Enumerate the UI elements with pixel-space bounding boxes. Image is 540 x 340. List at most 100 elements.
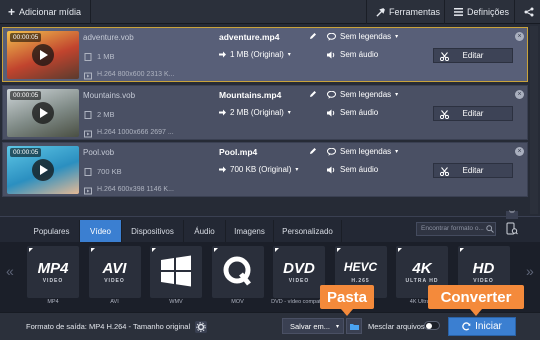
edit-label: Editar [462,109,484,118]
subtitles-dropdown[interactable]: Sem legendas ▾ [327,90,398,99]
folder-icon [350,323,359,330]
video-info-icon [84,130,92,138]
format-tile-dvd[interactable]: DVD VIDEO [273,246,325,298]
chevron-down-icon: ▾ [395,92,399,98]
file-icon [84,111,92,119]
audio-dropdown[interactable]: Sem áudio [327,50,378,59]
subtitles-dropdown[interactable]: Sem legendas ▾ [327,147,398,156]
subtitles-label: Sem legendas [340,32,392,41]
file-row[interactable]: 00:00:05 adventure.vob 1 MB H.264 800x60… [2,27,528,82]
format-badge: AVI [102,260,127,277]
speech-bubble-icon [327,90,336,99]
video-thumbnail[interactable]: 00:00:05 [7,89,79,137]
convert-callout-label: Converter [440,288,512,306]
chevron-down-icon[interactable]: ▾ [288,51,291,58]
corner-mark-icon [90,248,95,252]
corner-mark-icon [459,248,464,252]
tab-dispositivos[interactable]: Dispositivos [122,220,184,242]
settings-button[interactable]: Definições [448,0,515,24]
format-tile-mov[interactable] [211,246,264,298]
corner-mark-icon [213,248,218,252]
tab-populares[interactable]: Populares [24,220,80,242]
corner-mark-icon [398,248,402,252]
collapse-chevron-icon[interactable]: ︾ [506,211,518,219]
format-badge: MP4 [37,260,69,277]
save-to-dropdown[interactable]: Salvar em... ▾ [282,318,344,334]
file-row[interactable]: 00:00:05 Pool.vob 700 KB H.264 600x398 1… [2,142,528,197]
folder-callout: Pasta [320,285,374,316]
audio-label: Sem áudio [340,50,379,59]
tab-imagens[interactable]: Imagens [226,220,274,242]
output-size: 700 KB (Original) ▾ [219,165,298,174]
rename-pencil-icon[interactable] [309,90,317,98]
play-icon[interactable] [32,102,54,124]
subtitles-dropdown[interactable]: Sem legendas ▾ [327,32,398,41]
format-badge-sub: ULTRA HD [405,278,439,284]
source-file-name: Mountains.vob [83,91,136,100]
format-tile-avi[interactable]: AVI VIDEO [88,246,141,298]
format-tile-label: MOV [231,299,244,305]
audio-dropdown[interactable]: Sem áudio [327,108,378,117]
file-icon [84,53,92,61]
tab--udio[interactable]: Áudio [184,220,226,242]
edit-button[interactable]: Editar [433,106,513,121]
remove-file-icon[interactable]: × [515,90,524,99]
speaker-icon [327,166,336,174]
corner-mark-icon [29,248,33,252]
rename-pencil-icon[interactable] [309,32,317,40]
device-detect-icon[interactable] [506,222,518,236]
chevron-down-icon[interactable]: ▾ [288,109,291,116]
chevron-down-icon[interactable]: ▾ [295,166,298,173]
output-file-name: Mountains.mp4 [219,90,282,100]
duration-badge: 00:00:05 [10,33,42,42]
audio-dropdown[interactable]: Sem áudio [327,165,378,174]
video-info-icon [84,187,92,195]
tiles-prev-icon[interactable]: « [6,263,14,279]
share-icon [524,7,534,17]
edit-button[interactable]: Editar [433,163,513,178]
remove-file-icon[interactable]: × [515,32,524,41]
speech-bubble-icon [327,32,336,41]
corner-mark-icon [275,248,279,252]
format-search-input[interactable]: Encontrar formato o... [416,222,496,236]
source-file-name: Pool.vob [83,148,115,157]
video-thumbnail[interactable]: 00:00:05 [7,31,79,79]
chevron-down-icon: ▾ [336,323,340,330]
tools-button[interactable]: Ferramentas [370,0,446,24]
source-file-size: 700 KB [97,167,122,176]
start-button[interactable]: Iniciar [448,317,516,336]
quicktime-logo-icon [223,256,251,286]
format-badge: HD [472,260,495,277]
corner-mark-icon [152,248,156,252]
search-icon[interactable] [486,225,494,233]
tools-icon [376,7,385,17]
folder-button[interactable] [346,318,362,334]
format-tile-mp4[interactable]: MP4 VIDEO [27,246,79,298]
video-thumbnail[interactable]: 00:00:05 [7,146,79,194]
file-row[interactable]: 00:00:05 Mountains.vob 2 MB H.264 1000x6… [2,85,528,140]
play-icon[interactable] [32,159,54,181]
file-icon [84,168,92,176]
format-tile-label: MP4 [47,299,59,305]
merge-toggle[interactable] [424,321,440,330]
convert-icon [462,322,471,331]
tab-personalizado[interactable]: Personalizado [274,220,342,242]
speaker-icon [327,109,336,117]
share-button[interactable] [518,0,540,24]
remove-file-icon[interactable]: × [515,147,524,156]
source-file-meta: H.264 600x398 1146 K... [97,186,174,193]
add-media-button[interactable]: + Adicionar mídia [2,0,87,24]
play-icon[interactable] [32,44,54,66]
tab-v-deo[interactable]: Vídeo [80,220,122,242]
edit-label: Editar [462,166,484,175]
audio-label: Sem áudio [340,165,379,174]
format-badge: 4K [412,260,432,277]
output-settings-icon[interactable] [195,321,207,333]
list-scrollbar[interactable] [530,26,538,214]
format-tile-wmv[interactable] [150,246,202,298]
arrow-right-icon [219,109,226,116]
top-toolbar: + Adicionar mídia Ferramentas Definições [0,0,540,24]
tiles-next-icon[interactable]: » [526,263,534,279]
edit-button[interactable]: Editar [433,48,513,63]
rename-pencil-icon[interactable] [309,147,317,155]
